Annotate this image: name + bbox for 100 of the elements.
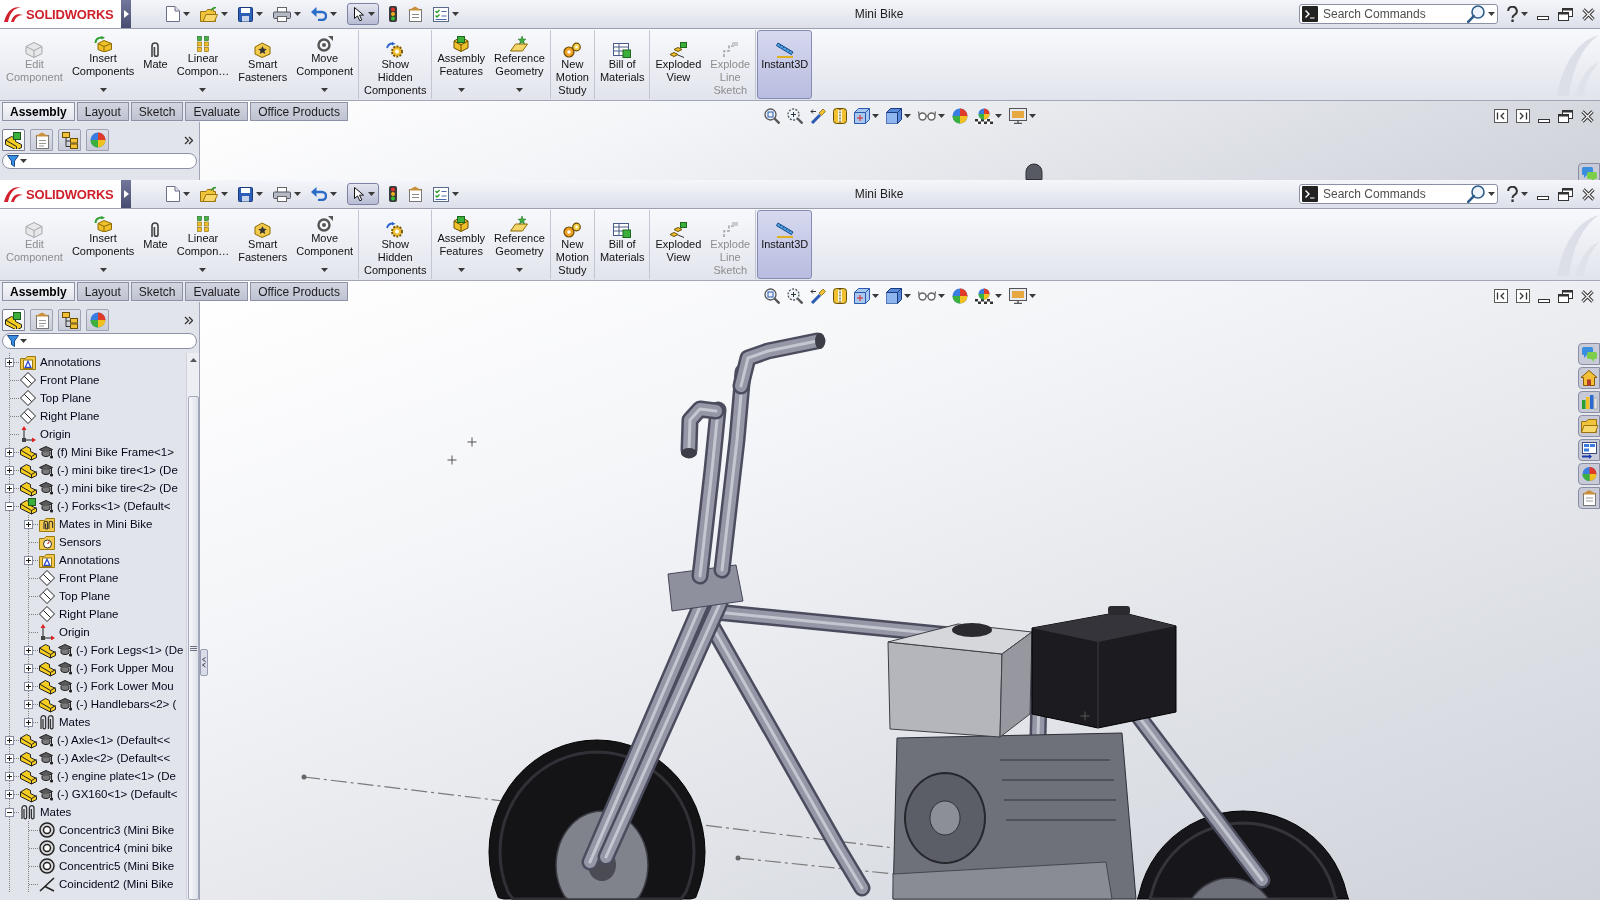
expand-toggle[interactable] [5,357,14,367]
printer-icon[interactable] [273,6,291,22]
tree-item-label[interactable]: (-) Fork Legs<1> (De [76,644,184,656]
shaded-cube-icon[interactable] [886,288,902,304]
command-button[interactable]: Linear Compon… [172,210,234,279]
caret-icon[interactable] [995,294,1002,298]
command-button[interactable]: New Motion Study [551,30,593,99]
command-button[interactable]: Mate [139,210,172,279]
tree-item-label[interactable]: Right Plane [59,608,119,620]
menu-flyout-button[interactable] [121,180,131,208]
close-icon[interactable] [1581,289,1594,303]
scroll-up-arrow-icon[interactable] [189,358,197,362]
caret-icon[interactable] [904,114,911,118]
command-button[interactable]: Show Hidden Components [360,30,431,99]
close-icon[interactable] [1582,187,1595,201]
tree-item-label[interactable]: (-) engine plate<1> (De [57,770,176,782]
house-icon[interactable] [1578,367,1600,389]
caret-icon[interactable] [1488,192,1495,196]
command-tab[interactable]: Office Products [250,102,348,121]
wand-icon[interactable] [810,108,826,124]
monitor-icon[interactable] [1009,288,1027,304]
command-button[interactable]: Insert Components [67,30,139,99]
caret-icon[interactable] [20,339,27,343]
tree-item-label[interactable]: (-) Forks<1> (Default< [57,500,171,512]
tile-right-icon[interactable] [1516,289,1530,303]
tile-left-icon[interactable] [1494,289,1508,303]
wand-icon[interactable] [810,288,826,304]
caret-icon[interactable] [938,114,945,118]
caret-icon[interactable] [938,294,945,298]
search-icon[interactable] [1467,185,1485,203]
glasses-icon[interactable] [918,111,936,121]
restore-icon[interactable] [1558,187,1573,201]
command-button[interactable]: Show Hidden Components [360,210,431,279]
tree-item-label[interactable]: Top Plane [59,590,111,602]
caret-icon[interactable] [330,12,337,16]
tree-item-label[interactable]: Front Plane [40,374,100,386]
tile-left-icon[interactable] [1494,109,1508,123]
open-folder-icon[interactable] [200,186,218,202]
expand-toggle[interactable] [5,735,14,745]
sphere-floor-icon[interactable] [975,288,993,304]
expand-toggle[interactable] [24,717,33,727]
caret-icon[interactable] [872,114,879,118]
minimize-icon[interactable] [1537,196,1549,200]
filter-field[interactable] [2,333,197,349]
command-button[interactable]: Instant3D [757,210,813,279]
command-tab[interactable]: Sketch [130,282,184,301]
tree-item-label[interactable]: (-) Fork Lower Mou [76,680,174,692]
caret-icon[interactable] [1488,12,1495,16]
tree-item-label[interactable]: Annotations [59,554,120,566]
minimize-icon[interactable] [1538,119,1550,123]
caret-icon[interactable] [452,192,459,196]
sphere-floor-icon[interactable] [975,108,993,124]
expand-toggle[interactable] [24,519,33,529]
magnifier-icon[interactable] [764,288,780,304]
checklist-icon[interactable] [433,6,449,22]
tree-item-label[interactable]: (-) Axle<2> (Default<< [57,752,171,764]
tree-item-label[interactable]: Concentric5 (Mini Bike [59,860,175,872]
document-icon[interactable] [407,6,423,22]
tree-item-label[interactable]: Coincident2 (Mini Bike [59,878,174,890]
command-button[interactable]: Move Component [292,210,358,279]
document-icon[interactable] [407,186,423,202]
tile-right-icon[interactable] [1516,109,1530,123]
command-button[interactable]: Instant3D [757,30,813,99]
caret-icon[interactable] [1029,114,1036,118]
glasses-icon[interactable] [918,291,936,301]
command-tab[interactable]: Sketch [130,102,184,121]
expand-toggle[interactable] [5,483,14,493]
shaded-cube-icon[interactable] [886,108,902,124]
tree-item-label[interactable]: Concentric4 (mini bike [59,842,173,854]
minimize-icon[interactable] [1538,299,1550,303]
caret-icon[interactable] [20,159,27,163]
books-icon[interactable] [1578,391,1600,413]
help-icon[interactable] [1507,186,1518,202]
caret-icon[interactable] [452,12,459,16]
caret-icon[interactable] [1521,12,1528,16]
open-folder-icon[interactable] [200,6,218,22]
command-button[interactable]: Smart Fasteners [234,30,292,99]
command-button[interactable]: Reference Geometry [490,30,549,99]
command-button[interactable]: Reference Geometry [490,210,549,279]
new-document-icon[interactable] [166,186,180,202]
tree-item-label[interactable]: (f) Mini Bike Frame<1> [57,446,174,458]
restore-icon[interactable] [1558,109,1573,123]
expand-toggle[interactable] [24,681,33,691]
close-icon[interactable] [1582,7,1595,21]
select-button[interactable] [347,183,379,205]
undo-icon[interactable] [311,187,327,201]
tree-item-label[interactable]: Mates [59,716,91,728]
command-button[interactable]: Move Component [292,30,358,99]
tree-item-label[interactable]: Mates [40,806,72,818]
caret-icon[interactable] [330,192,337,196]
expand-toggle[interactable] [24,645,33,655]
tree-item-label[interactable]: (-) mini bike tire<2> (De [57,482,178,494]
dashed-magnifier-icon[interactable] [787,288,803,304]
caret-icon[interactable] [221,12,228,16]
restore-icon[interactable] [1558,7,1573,21]
filter-field[interactable] [2,153,197,169]
tree-item-label[interactable]: Top Plane [40,392,92,404]
caret-icon[interactable] [904,294,911,298]
double-chevron-icon[interactable] [184,315,193,325]
command-button[interactable]: Assembly Features [433,210,490,279]
